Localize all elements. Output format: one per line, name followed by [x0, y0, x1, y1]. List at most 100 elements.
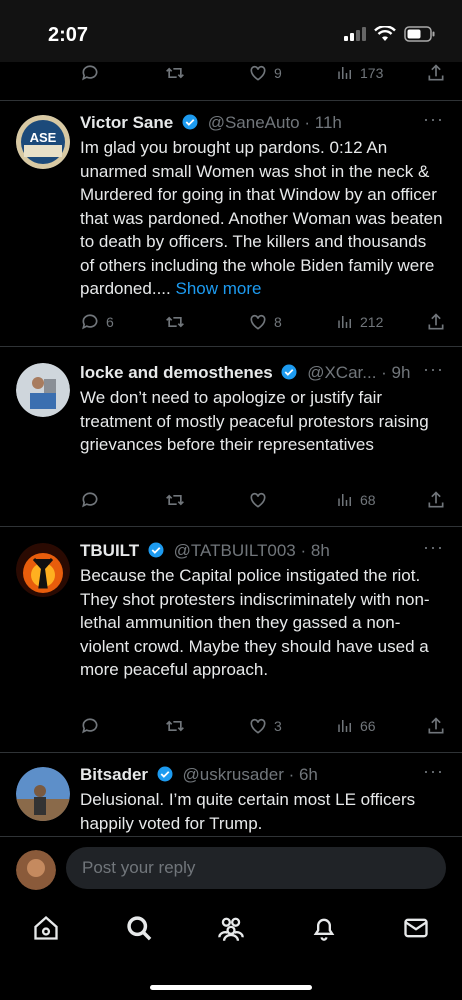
post-body: locke and demosthenes @XCar... · 9h We d… — [80, 362, 444, 457]
tab-search[interactable] — [125, 914, 153, 947]
reply-button[interactable] — [80, 716, 100, 736]
post-time: · 11h — [304, 113, 342, 132]
post-text: Because the Capital police instigated th… — [80, 566, 430, 679]
views-count: 173 — [360, 65, 384, 81]
post-header: Victor Sane @SaneAuto · 11h — [80, 112, 444, 134]
like-button[interactable]: 3 — [248, 716, 282, 736]
views-icon — [338, 316, 351, 328]
share-button[interactable] — [426, 312, 446, 332]
post[interactable]: locke and demosthenes @XCar... · 9h We d… — [0, 346, 462, 527]
post[interactable]: TBUILT @TATBUILT003 · 8h Because the Cap… — [0, 526, 462, 753]
author-name[interactable]: Victor Sane — [80, 113, 173, 132]
messages-icon — [404, 918, 428, 938]
repost-icon — [166, 494, 184, 506]
repost-button[interactable] — [164, 490, 186, 510]
author-handle[interactable]: @SaneAuto — [208, 113, 300, 132]
like-button[interactable]: 9 — [248, 63, 282, 83]
post[interactable]: Bitsader @uskrusader · 6h Delusional. I’… — [0, 752, 462, 837]
views-icon — [338, 494, 351, 506]
status-icons — [344, 26, 436, 42]
reply-button[interactable]: 6 — [80, 312, 114, 332]
like-count: 8 — [274, 314, 282, 330]
home-indicator[interactable] — [150, 985, 312, 990]
avatar[interactable]: ASE — [16, 115, 70, 169]
verified-badge-icon — [157, 766, 173, 782]
avatar[interactable] — [16, 363, 70, 417]
home-icon — [34, 915, 58, 940]
reply-icon — [82, 65, 98, 81]
more-options-icon[interactable]: ··· — [423, 761, 444, 782]
author-handle[interactable]: @uskrusader — [183, 765, 284, 784]
post-time: · 8h — [300, 541, 330, 560]
search-icon — [127, 916, 152, 941]
heart-icon — [250, 314, 266, 330]
post[interactable]: ASE Victor Sane @SaneAuto · 11h Im glad … — [0, 100, 462, 347]
share-button[interactable] — [426, 490, 446, 510]
author-name[interactable]: Bitsader — [80, 765, 148, 784]
post-header: TBUILT @TATBUILT003 · 8h — [80, 540, 444, 562]
like-button[interactable]: 8 — [248, 312, 282, 332]
repost-button[interactable] — [164, 716, 186, 736]
share-icon — [428, 313, 444, 330]
heart-icon — [250, 492, 266, 508]
post-text: We don’t need to apologize or justify fa… — [80, 388, 429, 454]
post-header: locke and demosthenes @XCar... · 9h — [80, 362, 444, 384]
author-name[interactable]: locke and demosthenes — [80, 363, 273, 382]
views-button[interactable]: 68 — [336, 491, 376, 509]
author-handle[interactable]: @TATBUILT003 — [174, 541, 296, 560]
like-button[interactable] — [248, 490, 268, 510]
tab-communities[interactable] — [216, 914, 246, 947]
post-text: Im glad you brought up pardons. 0:12 An … — [80, 136, 444, 301]
more-options-icon[interactable]: ··· — [423, 359, 444, 380]
share-icon — [428, 491, 444, 508]
more-options-icon[interactable]: ··· — [423, 537, 444, 558]
views-button[interactable]: 173 — [336, 64, 383, 82]
views-count: 66 — [360, 718, 376, 734]
author-name[interactable]: TBUILT — [80, 541, 139, 560]
signal-icon — [344, 27, 366, 41]
notifications-icon — [313, 918, 335, 941]
reply-button[interactable] — [80, 63, 100, 83]
avatar[interactable] — [16, 543, 70, 597]
share-button[interactable] — [426, 716, 446, 736]
repost-icon — [166, 316, 184, 328]
tab-home[interactable] — [32, 914, 60, 947]
reply-input[interactable]: Post your reply — [66, 847, 446, 889]
views-button[interactable]: 66 — [336, 717, 376, 735]
verified-badge-icon — [182, 114, 198, 130]
show-more-link[interactable]: Show more — [175, 279, 261, 298]
heart-icon — [250, 718, 266, 734]
repost-icon — [166, 720, 184, 732]
reply-bar: Post your reply — [0, 836, 462, 901]
avatar-logo-text: ASE — [30, 130, 57, 145]
post-actions: 6 8 212 — [80, 311, 446, 333]
repost-icon — [166, 67, 184, 79]
avatar[interactable] — [16, 767, 70, 821]
share-icon — [428, 64, 444, 81]
reply-icon — [82, 492, 98, 508]
more-options-icon[interactable]: ··· — [423, 109, 444, 130]
views-button[interactable]: 212 — [336, 313, 383, 331]
reply-button[interactable] — [80, 490, 100, 510]
tab-notifications[interactable] — [310, 914, 338, 947]
post-text-content: Im glad you brought up pardons. 0:12 An … — [80, 138, 443, 298]
repost-button[interactable] — [164, 63, 186, 83]
views-count: 212 — [360, 314, 384, 330]
author-handle[interactable]: @XCar... — [307, 363, 376, 382]
reply-icon — [82, 718, 98, 734]
reply-count: 6 — [106, 314, 114, 330]
views-icon — [338, 720, 351, 732]
post-actions: 68 — [80, 489, 446, 511]
tab-messages[interactable] — [402, 914, 430, 947]
post-time: · 9h — [381, 363, 411, 382]
repost-button[interactable] — [164, 312, 186, 332]
share-button[interactable] — [426, 63, 446, 83]
post-text: Delusional. I’m quite certain most LE of… — [80, 790, 416, 833]
heart-icon — [250, 65, 266, 81]
wifi-icon — [374, 26, 396, 41]
status-bar: 2:07 — [0, 0, 462, 62]
battery-icon — [404, 26, 435, 42]
status-time: 2:07 — [48, 24, 89, 46]
communities-icon — [218, 917, 244, 941]
like-count: 9 — [274, 65, 282, 81]
